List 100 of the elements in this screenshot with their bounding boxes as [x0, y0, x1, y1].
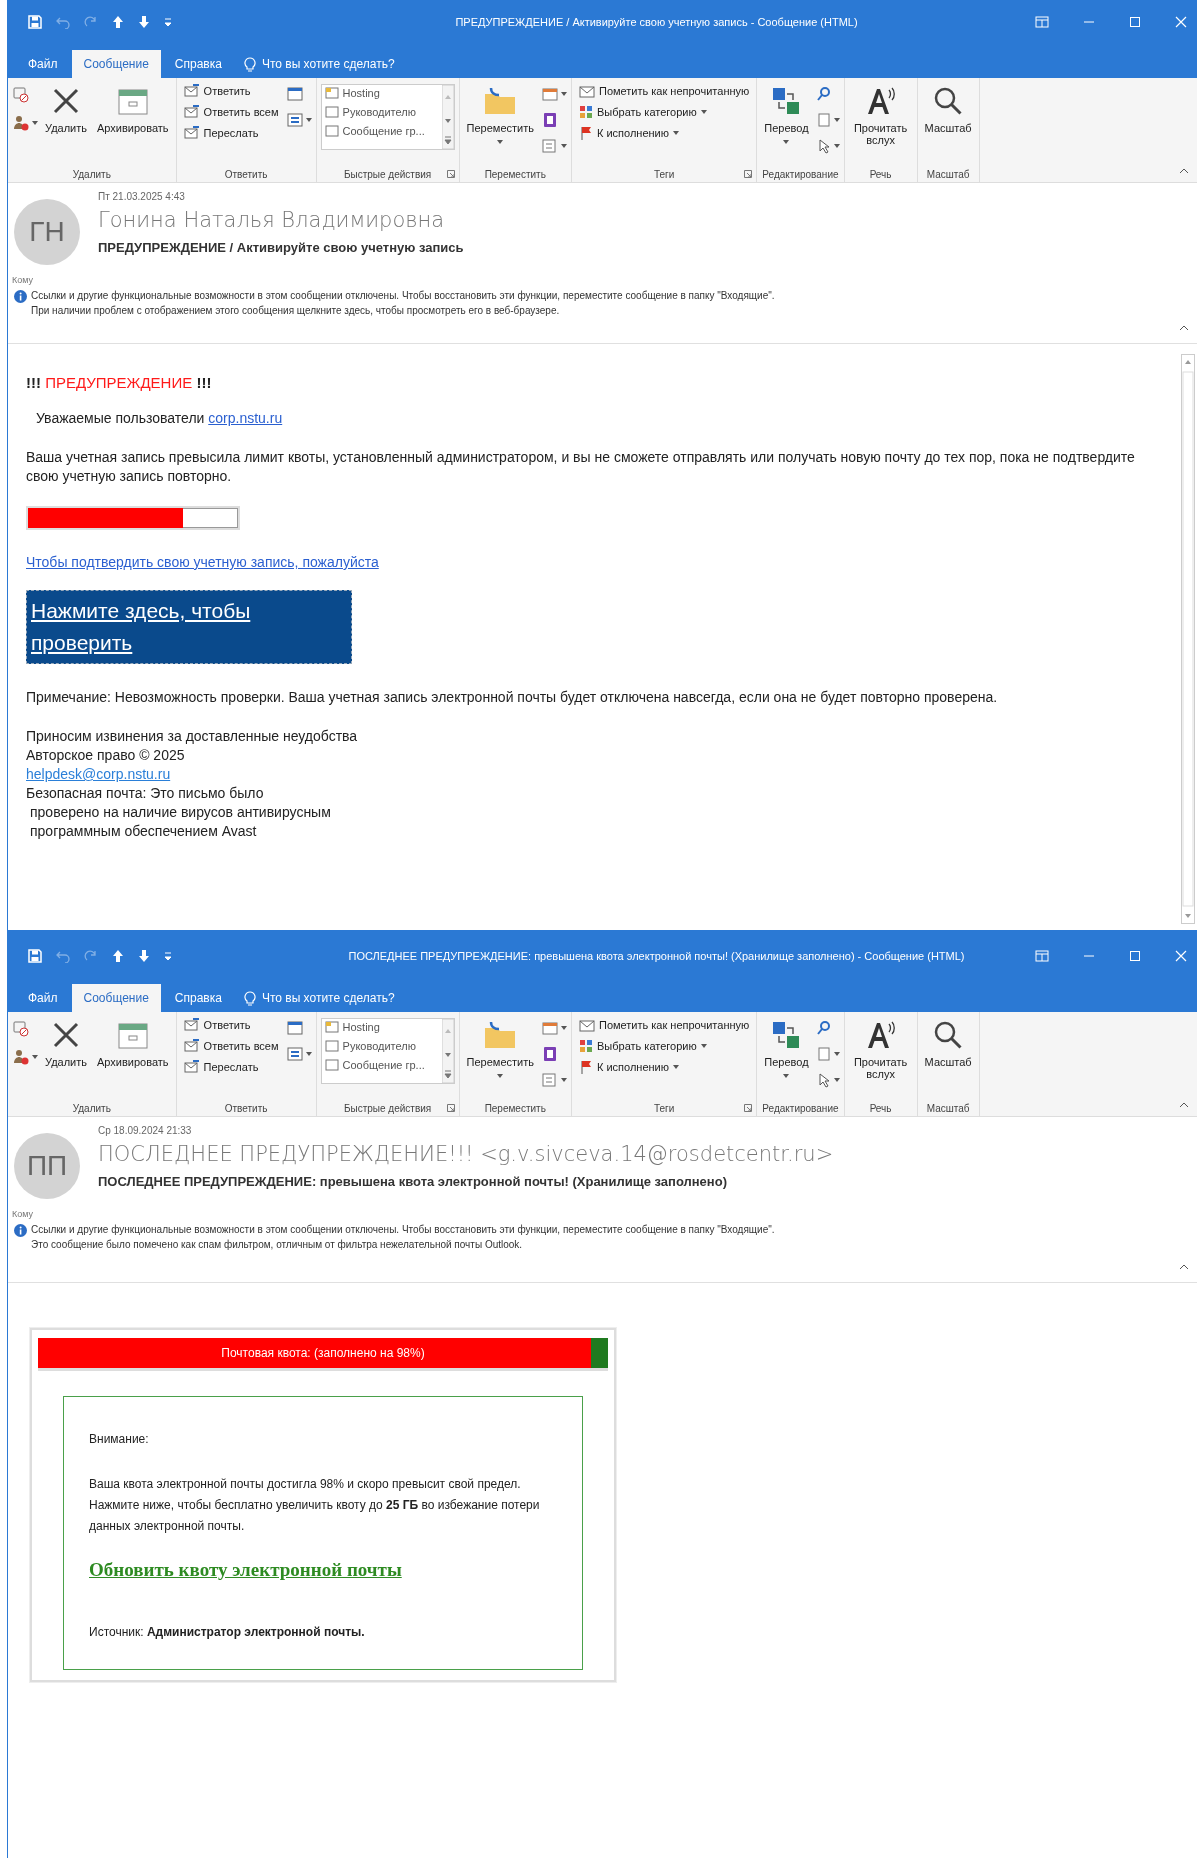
up-arrow-icon[interactable] [112, 949, 124, 963]
verify-button[interactable]: Нажмите здесь, чтобы проверить [26, 590, 352, 664]
close-icon[interactable] [1175, 16, 1187, 28]
customize-icon[interactable] [164, 951, 172, 961]
collapse-ribbon-icon[interactable] [1179, 168, 1189, 174]
zoom-button[interactable]: Масштаб [921, 1016, 975, 1072]
lightbulb-icon [243, 56, 256, 72]
respond-button[interactable]: Ответить [180, 82, 282, 100]
save-icon[interactable] [28, 949, 42, 963]
info-icon [14, 290, 27, 303]
ribbon-tab[interactable]: Сообщение [71, 984, 161, 1012]
down-arrow-icon[interactable] [138, 15, 150, 29]
ribbon-tab[interactable]: Сообщение [71, 50, 161, 78]
close-icon[interactable] [1175, 950, 1187, 962]
attention-text: Внимание: [89, 1432, 149, 1446]
group-label: Речь [869, 168, 892, 180]
respond-button[interactable]: Ответить всем [180, 1037, 282, 1055]
maximize-icon[interactable] [1129, 950, 1141, 962]
tell-me-field[interactable]: Что вы хотите сделать? [235, 984, 403, 1012]
dialog-launcher-icon[interactable] [446, 1104, 455, 1112]
message-subject: ПРЕДУПРЕЖДЕНИЕ / Активируйте свою учетную запись [98, 240, 464, 255]
update-quota-link[interactable]: Обновить квоту электронной почты [89, 1559, 402, 1581]
quick-step-item[interactable]: Руководителю [321, 1038, 442, 1054]
respond-button[interactable]: Переслать [180, 1058, 282, 1076]
categorize-button[interactable]: Выбрать категорию [575, 103, 753, 121]
ribbon-tab[interactable]: Файл [16, 50, 70, 78]
down-arrow-icon[interactable] [138, 949, 150, 963]
ribbon-tab[interactable]: Справка [162, 984, 234, 1012]
meeting-icon [285, 1020, 304, 1036]
archive-button[interactable]: Архивировать [94, 1016, 172, 1072]
ribbon-display-icon[interactable] [1035, 950, 1049, 962]
group-label: Речь [869, 1102, 892, 1114]
ignore-icon [12, 1020, 30, 1038]
people-icon [12, 1048, 30, 1066]
zoom-button[interactable]: Масштаб [921, 82, 975, 138]
notice-paragraph: Нажмите ниже, чтобы бесплатно увеличить квоту до 25 ГБ во избежание потери данных электронной почты. [89, 1497, 541, 1535]
actions-icon [540, 138, 559, 154]
follow-up-button[interactable]: К исполнению [575, 124, 753, 142]
quick-step-icon [324, 87, 339, 99]
info-text: Ссылки и другие функциональные возможности в этом сообщении отключены. Чтобы восстановить эти функции, переместите сообщение в папку "Входящие". [31, 290, 775, 301]
respond-button[interactable]: Переслать [180, 124, 282, 142]
dialog-launcher-icon[interactable] [446, 170, 455, 178]
read-aloud-button[interactable]: Прочитать вслух [848, 1016, 913, 1084]
quick-step-item[interactable]: Сообщение гр... [321, 123, 442, 139]
group-label: Ответить [224, 1102, 268, 1114]
dialog-launcher-icon[interactable] [744, 1104, 753, 1112]
customize-icon[interactable] [164, 17, 172, 27]
avatar-initials: ПП [14, 1133, 80, 1199]
respond-button[interactable]: Ответить [180, 1016, 282, 1034]
move-button[interactable]: Переместить [463, 1016, 537, 1082]
categorize-button[interactable]: Выбрать категорию [575, 1037, 753, 1055]
follow-up-button[interactable]: К исполнению [575, 1058, 753, 1076]
more-icon [285, 112, 304, 128]
mark-unread-button[interactable]: Пометить как непрочитанную [575, 1016, 753, 1034]
mark-unread-button[interactable]: Пометить как непрочитанную [575, 82, 753, 100]
copyright-text: Авторское право © 2025 [26, 746, 185, 765]
tell-me-field[interactable]: Что вы хотите сделать? [235, 50, 403, 78]
sender-name: ПОСЛЕДНЕЕ ПРЕДУПРЕЖДЕНИЕ!!! <g.v.sivceva.14@rosdetcentr.ru> [98, 1142, 834, 1166]
group-label: Быстрые действия [343, 168, 432, 180]
archive-icon [116, 86, 149, 116]
delete-button[interactable]: Удалить [42, 1016, 90, 1072]
notice-paragraph: Ваша квота электронной почты достигла 98% и скоро превысит свой предел. [89, 1476, 521, 1493]
up-arrow-icon[interactable] [112, 15, 124, 29]
delete-button[interactable]: Удалить [42, 82, 90, 138]
respond-button[interactable]: Ответить всем [180, 103, 282, 121]
translate-button[interactable]: Перевод [761, 1016, 812, 1082]
ignore-icon [12, 86, 30, 104]
maximize-icon[interactable] [1129, 16, 1141, 28]
confirm-link[interactable]: Чтобы подтвердить свою учетную запись, пожалуйста [26, 554, 379, 570]
envelope-icon [578, 84, 595, 98]
archive-button[interactable]: Архивировать [94, 82, 172, 138]
message-date: Пт 21.03.2025 4:43 [98, 191, 185, 202]
ribbon-tab[interactable]: Файл [16, 984, 70, 1012]
magnifier-icon [933, 1020, 964, 1050]
quick-step-item[interactable]: Hosting [321, 1019, 442, 1035]
quick-step-item[interactable]: Hosting [321, 85, 442, 101]
caret-icon [497, 1074, 504, 1078]
translate-icon [771, 86, 802, 116]
move-button[interactable]: Переместить [463, 82, 537, 148]
body-paragraph: Ваша учетная запись превысила лимит квоты, установленный администратором, и вы не сможете отправлять или получать новую почту до тех пор, пока не подтвердите свою учетную запись повторно. [26, 448, 1136, 486]
read-aloud-button[interactable]: Прочитать вслух [848, 82, 913, 150]
translate-button[interactable]: Перевод [761, 82, 812, 148]
avatar-initials: ГН [14, 199, 80, 265]
save-icon[interactable] [28, 15, 42, 29]
x-icon [51, 1020, 81, 1050]
domain-link[interactable]: corp.nstu.ru [208, 410, 283, 426]
email-link[interactable]: helpdesk@corp.nstu.ru [26, 765, 171, 784]
quick-step-item[interactable]: Сообщение гр... [321, 1057, 442, 1073]
quick-step-item[interactable]: Руководителю [321, 104, 442, 120]
dialog-launcher-icon[interactable] [744, 170, 753, 178]
caret-icon [32, 1055, 38, 1059]
x-icon [51, 86, 81, 116]
rules-icon [540, 1020, 559, 1036]
ribbon-display-icon[interactable] [1035, 16, 1049, 28]
collapse-header-icon[interactable] [1179, 1264, 1189, 1270]
collapse-ribbon-icon[interactable] [1179, 1102, 1189, 1108]
caret-icon [497, 140, 504, 144]
ribbon-tab[interactable]: Справка [162, 50, 234, 78]
group-label: Удалить [72, 168, 111, 180]
collapse-header-icon[interactable] [1179, 325, 1189, 331]
